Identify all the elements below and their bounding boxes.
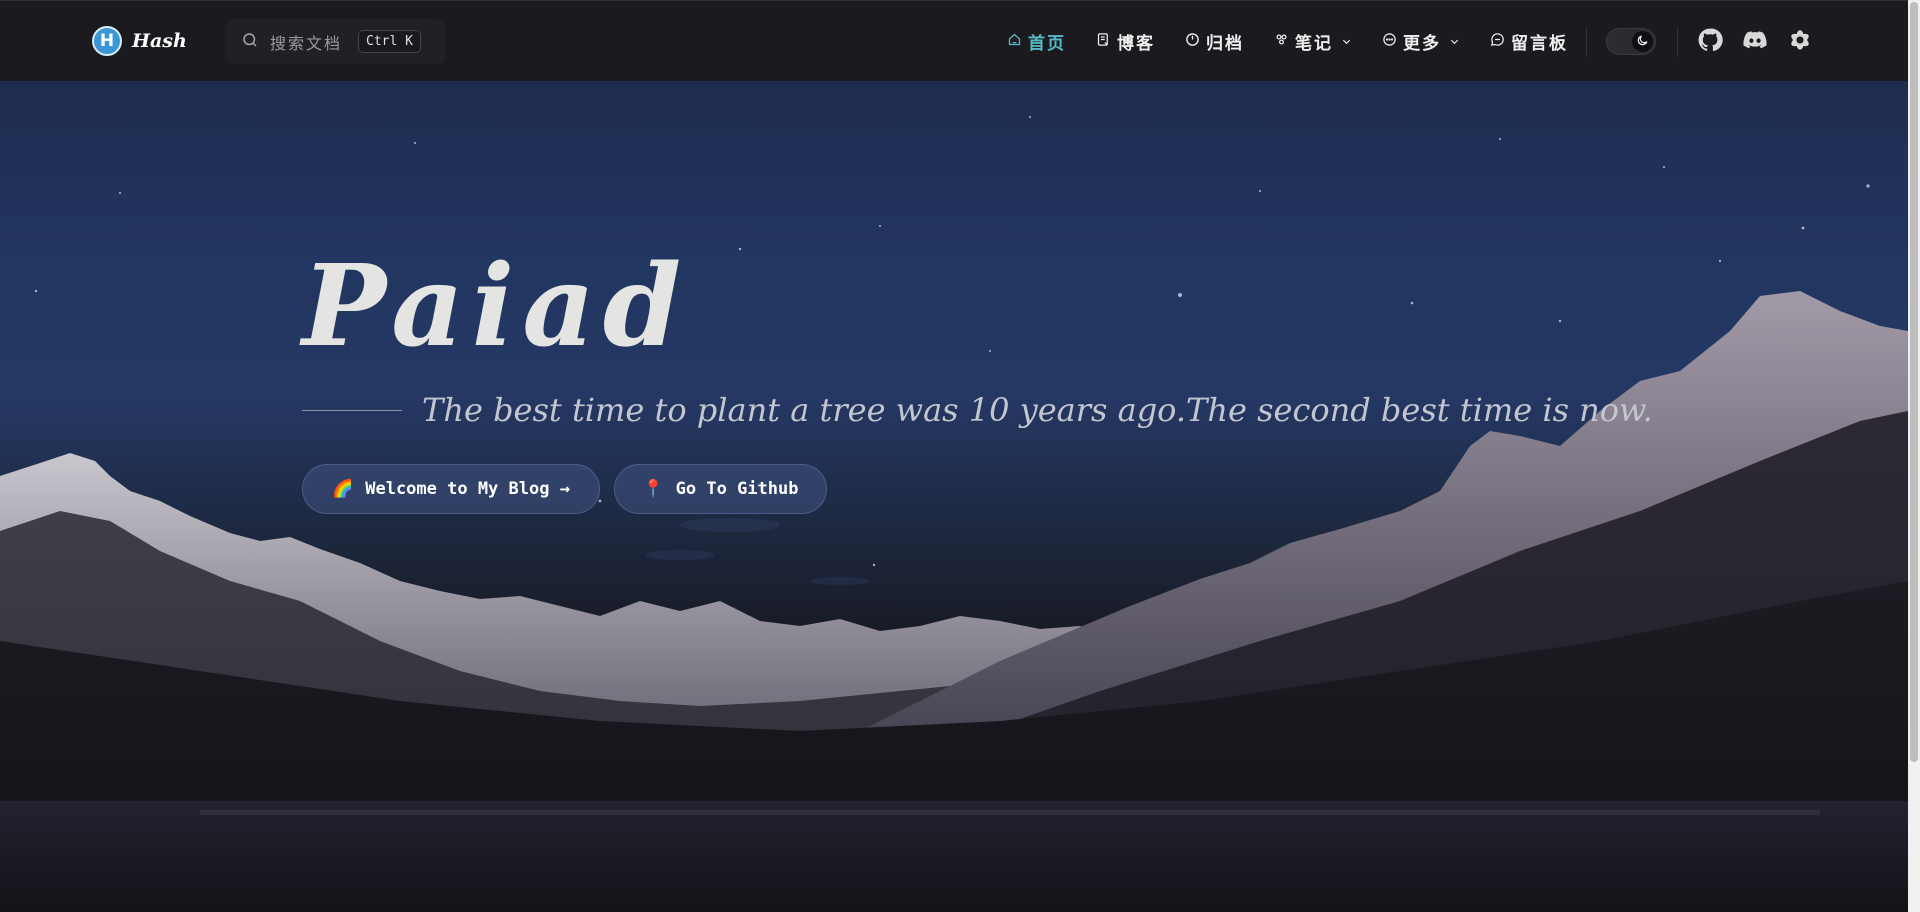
more-icon <box>1382 32 1397 52</box>
nav-item-message-board[interactable]: 留言板 <box>1490 29 1568 54</box>
search-shortcut-key: Ctrl K <box>358 30 421 53</box>
moon-icon <box>1636 32 1649 51</box>
search-icon <box>241 31 259 53</box>
chevron-down-icon <box>1447 32 1460 52</box>
pin-icon: 📍 <box>642 479 664 499</box>
top-navigation-bar: H Hash 搜索文档 Ctrl K 首页 博客 归档 笔记 更多 留言板 <box>0 0 1908 81</box>
github-icon <box>1697 27 1723 57</box>
nav-divider <box>1586 27 1587 57</box>
nav-item-home[interactable]: 首页 <box>1007 29 1066 54</box>
nav-item-label: 归档 <box>1206 34 1244 54</box>
openai-link[interactable] <box>1786 28 1814 56</box>
main-nav: 首页 博客 归档 笔记 更多 留言板 <box>1007 1 1568 82</box>
nav-item-label: 首页 <box>1028 34 1066 54</box>
hero-title: Paiad <box>302 241 690 372</box>
search-button[interactable]: 搜索文档 Ctrl K <box>225 19 445 64</box>
nav-item-label: 笔记 <box>1295 34 1333 54</box>
nav-item-label: 博客 <box>1117 34 1155 54</box>
discord-link[interactable] <box>1741 28 1769 56</box>
mountain-night-background <box>0 116 1908 912</box>
nav-item-notes[interactable]: 笔记 <box>1274 29 1352 54</box>
nav-item-label: 留言板 <box>1511 34 1568 54</box>
brand-link[interactable]: H Hash <box>92 26 187 56</box>
scrollbar-thumb[interactable] <box>1910 2 1918 762</box>
nav-item-more[interactable]: 更多 <box>1382 29 1460 54</box>
chevron-down-icon <box>1339 32 1352 52</box>
hero-tagline: The best time to plant a tree was 10 yea… <box>422 391 1653 429</box>
search-placeholder: 搜索文档 <box>270 33 343 53</box>
brand-logo: H <box>92 26 122 56</box>
button-label: Go To Github <box>675 479 799 499</box>
nav-item-label: 更多 <box>1403 34 1441 54</box>
nav-divider <box>1677 27 1678 57</box>
clock-icon <box>1185 32 1200 52</box>
tagline-divider <box>302 410 402 411</box>
home-icon <box>1007 32 1022 52</box>
hero-section: Paiad The best time to plant a tree was … <box>0 81 1908 912</box>
brand-name: Hash <box>132 30 187 52</box>
page-scrollbar[interactable] <box>1908 0 1920 912</box>
theme-toggle[interactable] <box>1606 28 1656 55</box>
github-link[interactable] <box>1696 28 1724 56</box>
welcome-blog-button[interactable]: 🌈 Welcome to My Blog → <box>302 464 600 514</box>
toggle-knob <box>1632 31 1653 52</box>
nav-item-archive[interactable]: 归档 <box>1185 29 1244 54</box>
nav-item-blog[interactable]: 博客 <box>1096 29 1155 54</box>
openai-icon <box>1787 27 1813 57</box>
discord-icon <box>1742 27 1768 57</box>
rainbow-icon: 🌈 <box>332 479 354 499</box>
go-to-github-button[interactable]: 📍 Go To Github <box>614 464 827 514</box>
button-label: Welcome to My Blog → <box>365 479 570 499</box>
blog-icon <box>1096 32 1111 52</box>
message-icon <box>1490 32 1505 52</box>
notes-icon <box>1274 32 1289 52</box>
